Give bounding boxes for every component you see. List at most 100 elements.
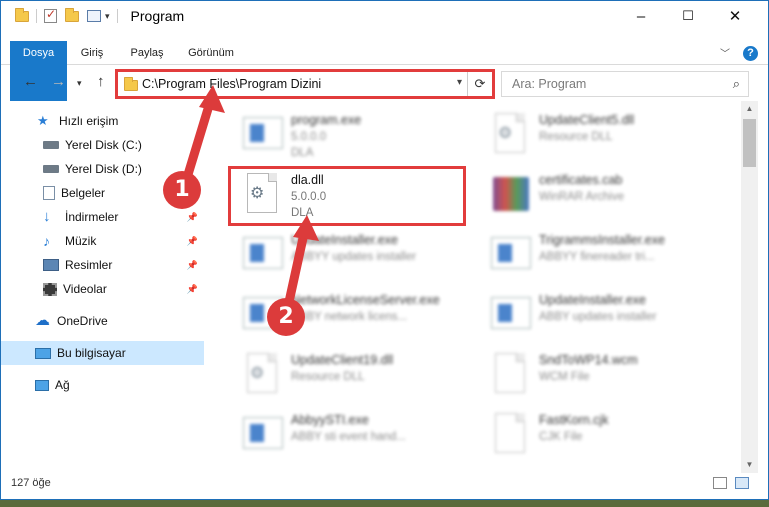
sidebar-item-label: Bu bilgisayar — [57, 346, 126, 360]
new-folder-icon[interactable] — [65, 7, 79, 22]
search-input[interactable] — [512, 73, 722, 95]
sidebar-item-onedrive[interactable]: ☁ OneDrive — [1, 309, 204, 333]
file-name: certificates.cab — [539, 173, 623, 187]
status-bar: 127 öğe — [1, 475, 768, 495]
file-company: DLA — [291, 147, 314, 159]
file-type: WinRAR Archive — [539, 191, 624, 203]
folder-icon — [15, 7, 29, 22]
documents-icon — [43, 186, 55, 200]
navigation-bar: ← → ▾ ↑ C:\Program Files\Program Dizini … — [1, 69, 768, 99]
file-description: ABBY updates installer — [539, 311, 657, 323]
file-item[interactable]: UpdateInstaller.exe ABBY updates install… — [465, 285, 705, 345]
file-item[interactable]: ⚙ UpdateClient5.dll Resource DLL — [465, 105, 705, 165]
pin-icon[interactable]: 📌 — [187, 260, 198, 271]
up-arrow-icon[interactable]: ↑ — [97, 73, 105, 90]
expand-ribbon-icon[interactable]: ﹀ — [720, 45, 730, 60]
chevron-down-icon[interactable]: ▾ — [105, 11, 110, 22]
scrollbar-thumb[interactable] — [743, 119, 756, 167]
sidebar-item-label: Müzik — [65, 234, 97, 248]
file-name: program.exe — [291, 113, 362, 127]
cloud-icon: ☁ — [35, 312, 50, 329]
forward-arrow-icon[interactable]: → — [51, 73, 66, 90]
quick-access-toolbar: ▾ — [1, 7, 121, 23]
file-description: ABBYY finereader tri... — [539, 251, 655, 263]
scroll-down-icon[interactable]: ▼ — [741, 457, 758, 473]
music-icon: ♪ — [43, 233, 50, 249]
file-icon — [489, 411, 531, 457]
close-button[interactable]: ✕ — [712, 1, 758, 31]
tab-giris[interactable]: Giriş — [69, 41, 115, 65]
separator — [116, 9, 118, 23]
tab-gorunum[interactable]: Görünüm — [179, 41, 243, 65]
file-name: UpdateInstaller.exe — [539, 293, 647, 307]
file-version: 5.0.0.0 — [291, 131, 327, 143]
dll-icon: ⚙ — [241, 351, 283, 397]
ribbon-tabs: Dosya Giriş Paylaş Görünüm ﹀ ? — [1, 41, 768, 101]
title-bar: ▾ Program – ☐ ✕ — [1, 1, 768, 31]
file-name: UpdateClient5.dll — [539, 113, 635, 127]
large-icons-view-icon[interactable] — [735, 477, 749, 489]
file-highlight-box — [228, 166, 466, 226]
sidebar-item-label: OneDrive — [57, 314, 108, 328]
back-arrow-icon[interactable]: ← — [23, 73, 38, 90]
file-item[interactable]: program.exe 5.0.0.0 DLA — [217, 105, 457, 165]
file-item[interactable]: UpdateInstaller.exe ABBYY updates instal… — [217, 225, 457, 285]
sidebar-item-ag[interactable]: Ağ — [1, 373, 204, 397]
customize-icon[interactable] — [87, 10, 101, 22]
pin-icon[interactable]: 📌 — [187, 212, 198, 223]
file-item[interactable]: AbbyySTI.exe ABBY sti event hand... — [217, 405, 457, 465]
help-icon[interactable]: ? — [743, 46, 758, 61]
step-badge-1: 1 — [163, 171, 201, 209]
file-item[interactable]: FastKorn.cjk CJK File — [465, 405, 705, 465]
file-name: FastKorn.cjk — [539, 413, 609, 427]
vertical-scrollbar[interactable]: ▲ ▼ — [741, 101, 758, 473]
separator — [36, 9, 37, 23]
recent-chevron-icon[interactable]: ▾ — [77, 78, 82, 89]
search-box[interactable]: ⌕ — [501, 71, 749, 97]
file-name: UpdateClient19.dll — [291, 353, 394, 367]
sidebar-item-videolar[interactable]: Videolar 📌 — [1, 277, 204, 301]
file-type: Resource DLL — [539, 131, 613, 143]
file-item[interactable]: ⚙ UpdateClient19.dll Resource DLL — [217, 345, 457, 405]
item-count: 127 öğe — [11, 477, 51, 489]
app-icon — [241, 411, 283, 457]
sidebar-item-label: Yerel Disk (D:) — [65, 162, 142, 176]
sidebar-item-bu-bilgisayar[interactable]: Bu bilgisayar — [1, 341, 204, 365]
network-icon — [35, 379, 49, 391]
minimize-button[interactable]: – — [618, 1, 664, 31]
window-title: Program — [130, 8, 185, 24]
file-name: SndToWP14.wcm — [539, 353, 638, 367]
computer-icon — [35, 347, 51, 359]
explorer-window: ▾ Program – ☐ ✕ Dosya Giriş Paylaş Görün… — [0, 0, 769, 500]
scroll-up-icon[interactable]: ▲ — [741, 101, 758, 117]
sidebar-item-muzik[interactable]: ♪ Müzik 📌 — [1, 229, 204, 253]
video-icon — [43, 282, 57, 296]
dll-icon: ⚙ — [489, 111, 531, 157]
sidebar-item-resimler[interactable]: Resimler 📌 — [1, 253, 204, 277]
file-item[interactable]: certificates.cab WinRAR Archive — [465, 165, 705, 225]
file-name: TrigrammsInstaller.exe — [539, 233, 665, 247]
sidebar-item-label: İndirmeler — [65, 210, 119, 224]
maximize-button[interactable]: ☐ — [665, 1, 711, 31]
download-icon: ↓ — [43, 208, 51, 225]
sidebar-item-label: Resimler — [65, 258, 113, 272]
tab-paylas[interactable]: Paylaş — [119, 41, 175, 65]
file-item[interactable]: SndToWP14.wcm WCM File — [465, 345, 705, 405]
sidebar-item-label: Belgeler — [61, 186, 106, 200]
sidebar-item-label: Yerel Disk (C:) — [65, 138, 142, 152]
step-badge-2: 2 — [267, 298, 305, 336]
sidebar-item-indirmeler[interactable]: ↓ İndirmeler 📌 — [1, 205, 204, 229]
properties-check-icon[interactable] — [44, 7, 57, 23]
pin-icon[interactable]: 📌 — [187, 236, 198, 247]
file-type: Resource DLL — [291, 371, 365, 383]
app-icon — [241, 111, 283, 157]
sidebar-item-label: Videolar — [63, 282, 107, 296]
star-icon: ★ — [37, 113, 49, 128]
file-item[interactable]: TrigrammsInstaller.exe ABBYY finereader … — [465, 225, 705, 285]
details-view-icon[interactable] — [713, 477, 727, 489]
search-icon: ⌕ — [732, 76, 740, 91]
file-type: CJK File — [539, 431, 583, 443]
file-item[interactable]: NetworkLicenseServer.exe ABBY network li… — [217, 285, 457, 345]
pin-icon[interactable]: 📌 — [187, 284, 198, 295]
sidebar-item-label: Hızlı erişim — [59, 114, 119, 128]
